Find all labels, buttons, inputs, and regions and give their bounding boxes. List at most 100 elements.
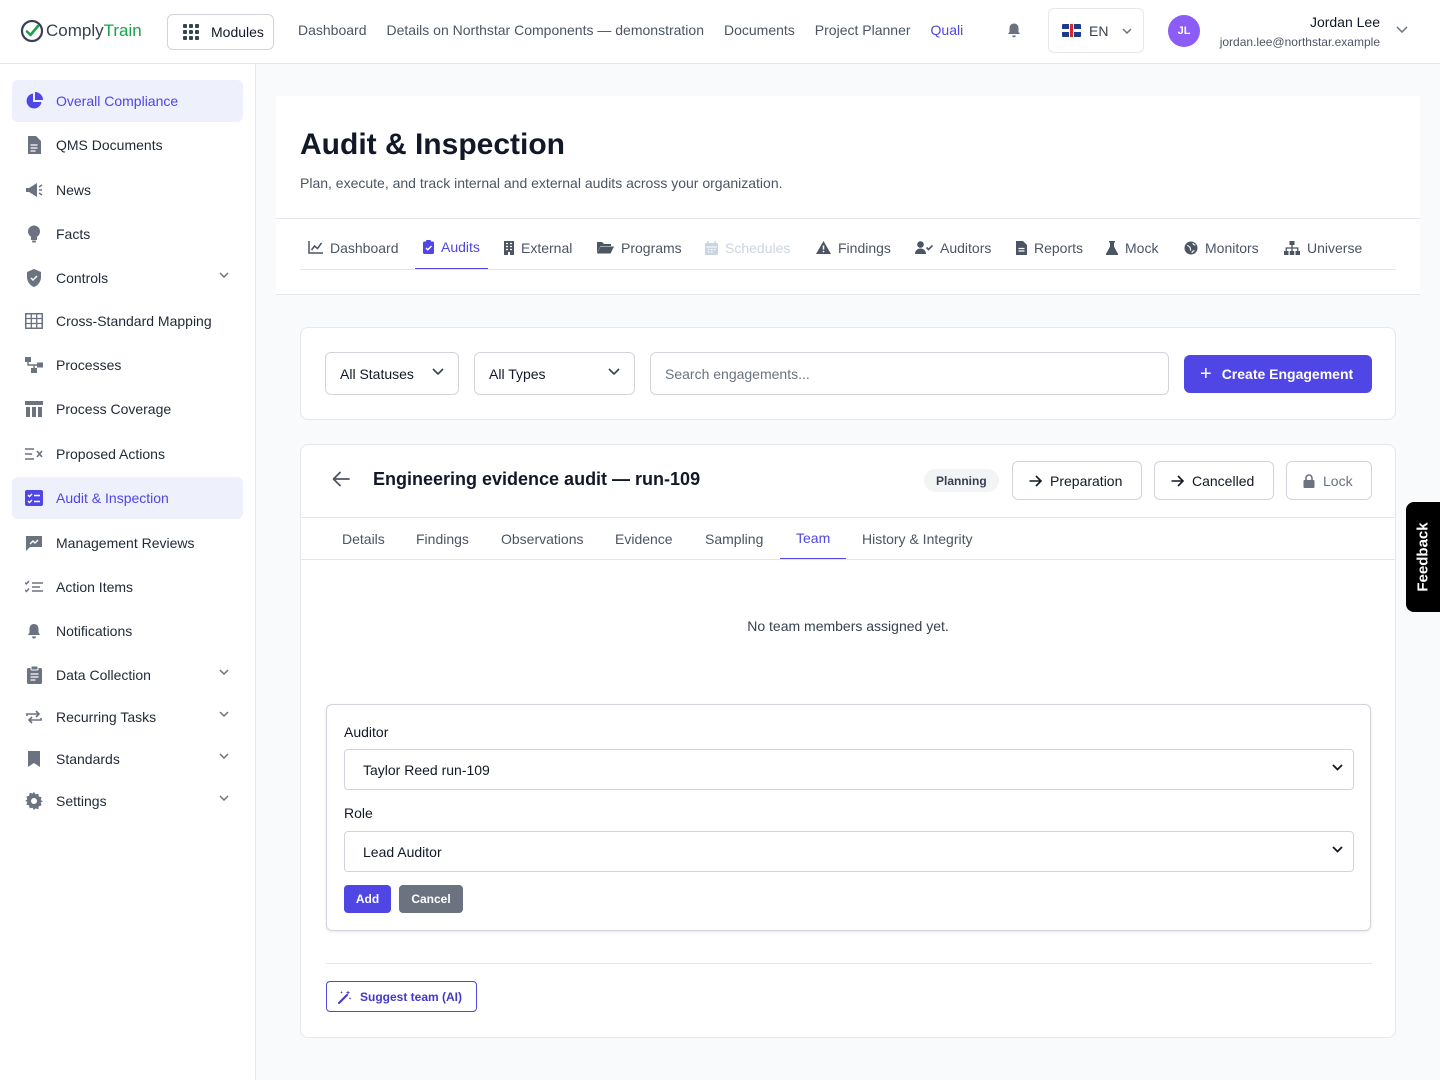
auditor-select[interactable]: Taylor Reed run-109 [344, 749, 1354, 790]
search-input[interactable] [650, 352, 1169, 395]
sidebar-item-label: Proposed Actions [56, 446, 165, 462]
chevron-down-icon [219, 753, 229, 759]
sidebar-item-audit-inspection[interactable]: Audit & Inspection [12, 477, 243, 519]
detail-tab-evidence[interactable]: Evidence [599, 518, 689, 560]
sidebar-item-label: Cross-Standard Mapping [56, 313, 212, 329]
role-label: Role [344, 805, 373, 821]
sidebar-item-proposed-actions[interactable]: Proposed Actions [12, 433, 243, 475]
document-icon [24, 135, 44, 155]
feedback-tab[interactable]: Feedback [1406, 502, 1440, 612]
shield-icon [24, 268, 44, 288]
divider [276, 218, 1420, 219]
lock-icon [1303, 473, 1315, 488]
sidebar-item-qms-documents[interactable]: QMS Documents [12, 124, 243, 166]
create-engagement-button[interactable]: + Create Engagement [1184, 355, 1372, 393]
tab-external[interactable]: External [504, 225, 572, 270]
tab-auditors[interactable]: Auditors [915, 225, 991, 270]
sidebar-item-standards[interactable]: Standards [12, 738, 243, 780]
chevron-down-icon[interactable] [1396, 26, 1408, 33]
sidebar-item-label: QMS Documents [56, 137, 163, 153]
tab-schedules[interactable]: Schedules [705, 225, 790, 270]
sidebar-item-news[interactable]: News [12, 169, 243, 211]
modules-label: Modules [211, 24, 264, 40]
bell-icon[interactable] [1006, 22, 1022, 39]
status-badge: Planning [924, 469, 999, 492]
avatar[interactable]: JL [1168, 15, 1200, 47]
warning-icon [816, 241, 831, 254]
sidebar-item-settings[interactable]: Settings [12, 780, 243, 822]
add-button[interactable]: Add [344, 885, 391, 913]
lock-button[interactable]: Lock [1286, 461, 1372, 500]
repeat-icon [24, 707, 44, 727]
sidebar-item-data-collection[interactable]: Data Collection [12, 654, 243, 696]
suggest-team-button[interactable]: Suggest team (AI) [326, 981, 477, 1012]
move-to-preparation-button[interactable]: Preparation [1012, 461, 1142, 500]
status-filter-select[interactable]: All Statuses [325, 352, 459, 395]
table-icon [24, 311, 44, 331]
file-icon [1016, 240, 1027, 255]
chevron-down-icon [608, 368, 620, 375]
detail-tab-findings[interactable]: Findings [400, 518, 485, 560]
tab-findings[interactable]: Findings [816, 225, 891, 270]
role-select[interactable]: Lead Auditor [344, 831, 1354, 872]
top-nav-documents[interactable]: Documents [724, 22, 795, 38]
language-selector[interactable]: EN [1048, 8, 1144, 53]
detail-tab-history-integrity[interactable]: History & Integrity [846, 518, 988, 560]
tab-audits[interactable]: Audits [415, 225, 488, 270]
grid-icon [183, 24, 199, 40]
empty-state-message: No team members assigned yet. [747, 618, 949, 634]
brand-name: ComplyTrain [46, 21, 142, 40]
sidebar-item-action-items[interactable]: Action Items [12, 566, 243, 608]
detail-tab-details[interactable]: Details [326, 518, 401, 560]
tab-programs[interactable]: Programs [597, 225, 682, 270]
sidebar-item-label: Processes [56, 357, 122, 373]
detail-tab-team[interactable]: Team [780, 518, 847, 560]
sidebar-item-recurring-tasks[interactable]: Recurring Tasks [12, 696, 243, 738]
sitemap-icon [1284, 240, 1300, 255]
sidebar-item-process-coverage[interactable]: Process Coverage [12, 388, 243, 430]
tab-mock[interactable]: Mock [1106, 225, 1158, 270]
top-nav-dashboard[interactable]: Dashboard [298, 22, 367, 38]
top-nav-quali[interactable]: Quali [931, 22, 964, 38]
sidebar-item-facts[interactable]: Facts [12, 213, 243, 255]
type-filter-select[interactable]: All Types [474, 352, 635, 395]
sidebar-item-label: Data Collection [56, 667, 151, 683]
chevron-down-icon [219, 669, 229, 675]
detail-tab-observations[interactable]: Observations [485, 518, 599, 560]
sidebar-item-label: Process Coverage [56, 401, 172, 417]
tab-monitors[interactable]: Monitors [1184, 225, 1259, 270]
sidebar-item-management-reviews[interactable]: Management Reviews [12, 522, 243, 564]
calendar-icon [705, 240, 718, 255]
divider [326, 963, 1372, 964]
review-icon [24, 533, 44, 553]
detail-tab-sampling[interactable]: Sampling [689, 518, 779, 560]
chart-line-icon [308, 241, 323, 254]
arrow-left-icon[interactable] [332, 471, 350, 487]
sidebar-item-label: Standards [56, 751, 120, 767]
building-icon [504, 240, 514, 255]
coverage-icon [24, 399, 44, 419]
tab-reports[interactable]: Reports [1016, 225, 1083, 270]
top-nav-details[interactable]: Details on Northstar Components — demons… [387, 22, 704, 38]
cancel-button[interactable]: Cancel [399, 885, 463, 913]
sidebar-item-label: Management Reviews [56, 535, 195, 551]
sidebar-item-overall-compliance[interactable]: Overall Compliance [12, 80, 243, 122]
move-to-cancelled-button[interactable]: Cancelled [1154, 461, 1274, 500]
modules-button[interactable]: Modules [167, 14, 274, 50]
top-bar: ComplyTrain Modules Dashboard Details on… [0, 0, 1440, 64]
page-subtitle: Plan, execute, and track internal and ex… [300, 175, 783, 191]
top-nav-project-planner[interactable]: Project Planner [815, 22, 911, 38]
sidebar-item-notifications[interactable]: Notifications [12, 610, 243, 652]
logo[interactable]: ComplyTrain [20, 18, 142, 44]
page-header: Audit & Inspection Plan, execute, and tr… [276, 96, 1420, 295]
sidebar-item-controls[interactable]: Controls [12, 257, 243, 299]
tab-dashboard[interactable]: Dashboard [308, 225, 399, 270]
engagement-detail-card: Engineering evidence audit — run-109 Pla… [300, 444, 1396, 1038]
chevron-down-icon [1122, 27, 1132, 34]
page-title: Audit & Inspection [300, 128, 565, 161]
add-team-member-form: Auditor Taylor Reed run-109 Role Lead Au… [326, 704, 1371, 931]
tab-universe[interactable]: Universe [1284, 225, 1362, 270]
sidebar-item-cross-standard-mapping[interactable]: Cross-Standard Mapping [12, 300, 243, 342]
lightbulb-icon [24, 224, 44, 244]
sidebar-item-processes[interactable]: Processes [12, 344, 243, 386]
